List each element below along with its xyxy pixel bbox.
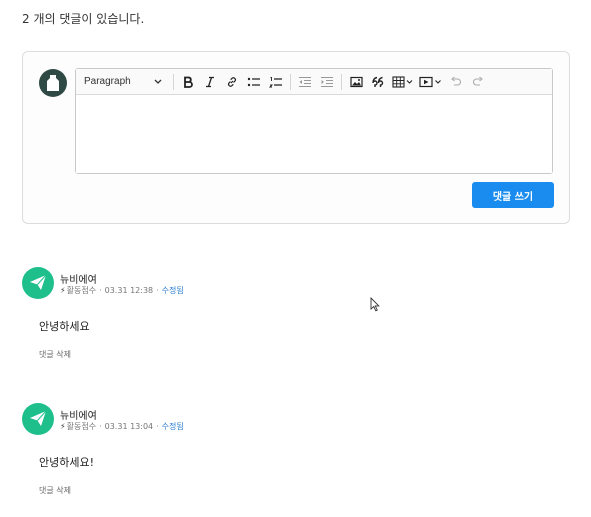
activity-score-label: 활동점수 — [66, 286, 97, 295]
comment-text-area[interactable] — [76, 95, 552, 173]
delete-comment-button[interactable]: 댓글 삭제 — [39, 349, 71, 360]
lightning-icon: ⚡ — [60, 286, 66, 295]
comment-editor-card: Paragraph 댓글 쓰기 — [22, 51, 570, 224]
meta-separator: · — [156, 286, 159, 295]
user-avatar — [39, 69, 67, 97]
mouse-cursor-icon — [370, 297, 380, 312]
bold-icon[interactable] — [177, 72, 199, 92]
delete-comment-button[interactable]: 댓글 삭제 — [39, 485, 71, 496]
comment-meta: ⚡ 활동점수 · 03.31 13:04 · 수정됨 — [60, 421, 184, 432]
redo-icon[interactable] — [467, 72, 489, 92]
numbered-list-icon[interactable] — [265, 72, 287, 92]
edited-label: 수정됨 — [161, 286, 184, 295]
media-icon[interactable] — [417, 72, 445, 92]
italic-icon[interactable] — [199, 72, 221, 92]
indent-icon[interactable] — [316, 72, 338, 92]
bulleted-list-icon[interactable] — [243, 72, 265, 92]
submit-comment-button[interactable]: 댓글 쓰기 — [472, 182, 554, 208]
undo-icon[interactable] — [445, 72, 467, 92]
comment-body: 안녕하세요! — [39, 456, 95, 469]
comment-body: 안녕하세요 — [39, 320, 90, 333]
comment-timestamp: 03.31 13:04 — [104, 422, 154, 431]
outdent-icon[interactable] — [294, 72, 316, 92]
editor-toolbar: Paragraph — [76, 69, 552, 95]
table-icon[interactable] — [389, 72, 417, 92]
rich-text-editor: Paragraph — [75, 68, 553, 174]
meta-separator: · — [99, 286, 102, 295]
meta-separator: · — [99, 422, 102, 431]
image-icon[interactable] — [345, 72, 367, 92]
edited-label: 수정됨 — [161, 422, 184, 431]
paragraph-format-label: Paragraph — [84, 76, 131, 87]
paper-plane-icon — [30, 410, 47, 426]
toolbar-divider — [290, 73, 291, 90]
comment-timestamp: 03.31 12:38 — [104, 286, 154, 295]
comment-author[interactable]: 뉴비에여 — [60, 271, 97, 286]
avatar — [22, 403, 54, 435]
activity-score-label: 활동점수 — [66, 422, 97, 431]
comment-count-heading: 2 개의 댓글이 있습니다. — [22, 12, 145, 26]
paragraph-format-dropdown[interactable]: Paragraph — [76, 69, 170, 95]
avatar — [22, 267, 54, 299]
lightning-icon: ⚡ — [60, 422, 66, 431]
toolbar-divider — [173, 73, 174, 90]
comment-author[interactable]: 뉴비에여 — [60, 407, 97, 422]
meta-separator: · — [156, 422, 159, 431]
chevron-down-icon — [154, 79, 162, 84]
quote-icon[interactable] — [367, 72, 389, 92]
toolbar-divider — [341, 73, 342, 90]
comment-meta: ⚡ 활동점수 · 03.31 12:38 · 수정됨 — [60, 285, 184, 296]
link-icon[interactable] — [221, 72, 243, 92]
paper-plane-icon — [30, 274, 47, 290]
